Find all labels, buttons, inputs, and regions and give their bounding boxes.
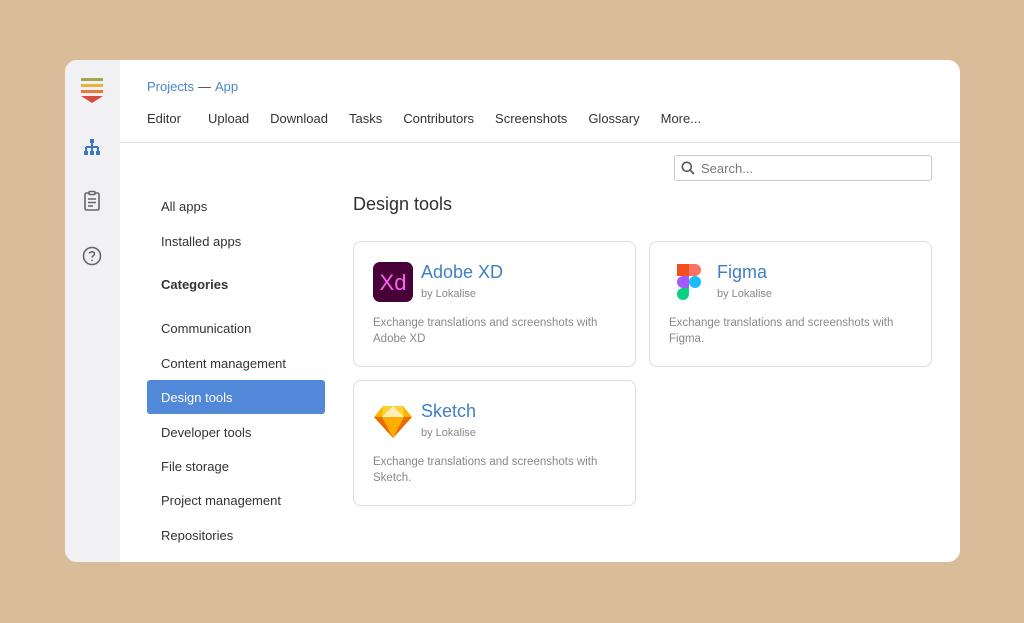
app-description: Exchange translations and screenshots wi… <box>373 317 598 345</box>
app-card-adobe-xd[interactable]: Xd Adobe XD by Lokalise Exchange transla… <box>353 241 636 367</box>
breadcrumb-projects-link[interactable]: Projects <box>147 79 194 94</box>
app-window: Projects — App Editor Upload Download Task… <box>65 60 960 562</box>
tab-upload[interactable]: Upload <box>208 111 249 126</box>
sketch-logo-icon <box>374 406 412 438</box>
app-description: Exchange translations and screenshots wi… <box>373 456 598 484</box>
tab-tasks[interactable]: Tasks <box>349 111 382 126</box>
app-name: Adobe XD <box>421 262 504 282</box>
app-vendor: by Lokalise <box>717 288 773 300</box>
icon-rail <box>65 60 120 562</box>
app-vendor: by Lokalise <box>421 427 477 439</box>
projects-tree-icon[interactable] <box>79 134 105 160</box>
help-icon[interactable] <box>79 243 105 269</box>
app-card-sketch[interactable]: Sketch by Lokalise Exchange translations… <box>353 380 636 506</box>
tab-screenshots[interactable]: Screenshots <box>495 111 567 126</box>
nav-category-content-management[interactable]: Content management <box>147 346 325 380</box>
page-header: Projects — App Editor Upload Download Task… <box>120 60 960 143</box>
app-description: Exchange translations and screenshots wi… <box>669 317 894 345</box>
app-name: Sketch <box>421 401 477 421</box>
svg-text:Xd: Xd <box>380 270 407 295</box>
nav-installed-apps[interactable]: Installed apps <box>147 224 325 258</box>
nav-category-design-tools[interactable]: Design tools <box>147 380 325 414</box>
nav-category-communication[interactable]: Communication <box>147 311 325 345</box>
app-card-figma[interactable]: Figma by Lokalise Exchange translations … <box>649 241 932 367</box>
section-title: Design tools <box>353 194 453 214</box>
tab-glossary[interactable]: Glossary <box>588 111 639 126</box>
lokalise-logo[interactable] <box>79 76 105 106</box>
tab-download[interactable]: Download <box>270 111 328 126</box>
categories-heading: Categories <box>161 277 229 292</box>
nav-all-apps[interactable]: All apps <box>147 189 325 223</box>
adobe-xd-logo-icon: Xd <box>373 262 413 302</box>
search-box <box>674 155 932 181</box>
search-input[interactable] <box>701 160 921 176</box>
breadcrumb-separator: — <box>197 79 211 94</box>
nav-category-repositories[interactable]: Repositories <box>147 518 325 552</box>
tab-contributors[interactable]: Contributors <box>403 111 474 126</box>
search-icon <box>681 161 695 175</box>
nav-category-project-management[interactable]: Project management <box>147 483 325 517</box>
clipboard-icon[interactable] <box>79 188 105 214</box>
breadcrumb: Projects — App <box>147 79 238 94</box>
app-vendor: by Lokalise <box>421 288 477 300</box>
app-name: Figma <box>717 262 768 282</box>
breadcrumb-app-link[interactable]: App <box>215 79 238 94</box>
nav-category-file-storage[interactable]: File storage <box>147 449 325 483</box>
nav-category-developer-tools[interactable]: Developer tools <box>147 415 325 449</box>
figma-logo-icon <box>677 264 701 300</box>
tab-editor[interactable]: Editor <box>147 111 181 126</box>
project-tabs: Editor Upload Download Tasks Contributor… <box>147 111 701 126</box>
tab-more[interactable]: More... <box>661 111 701 126</box>
